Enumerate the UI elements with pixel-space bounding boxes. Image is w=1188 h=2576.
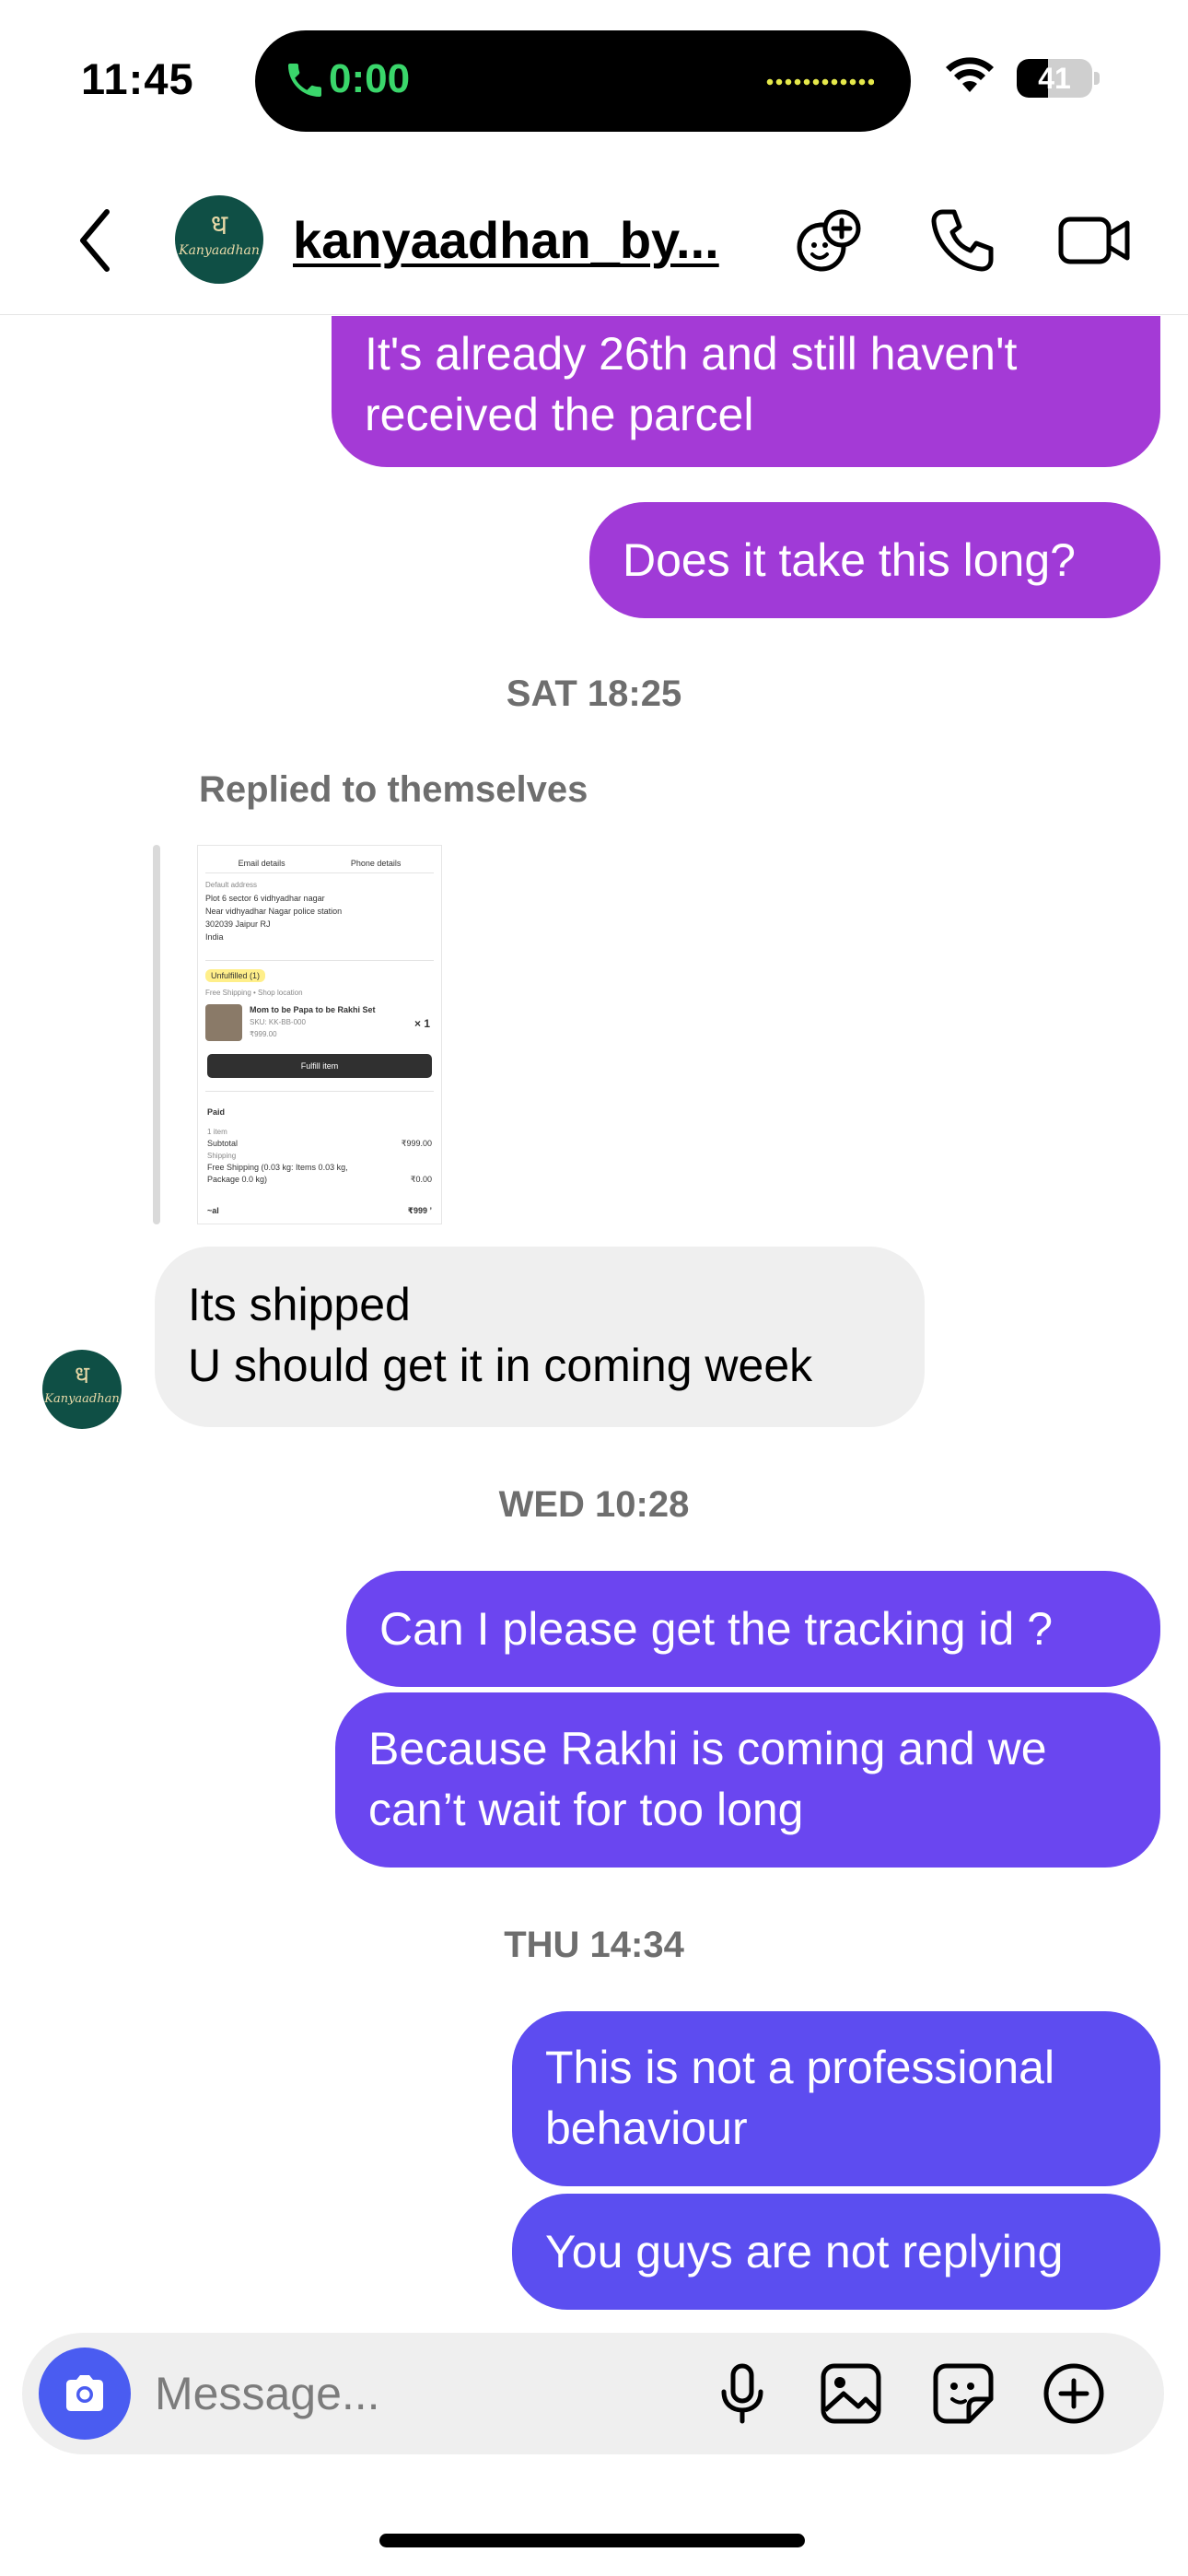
shared-screenshot[interactable]: Email details Phone details Default addr… xyxy=(197,845,442,1224)
tab-email: Email details xyxy=(238,859,285,868)
shipping-address: Default address Plot 6 sector 6 vidhyadh… xyxy=(205,881,343,942)
microphone-icon[interactable] xyxy=(707,2359,777,2429)
camera-button[interactable] xyxy=(39,2348,131,2440)
dynamic-island-call[interactable]: 0:00 xyxy=(255,30,911,132)
timestamp: THU 14:34 xyxy=(504,1925,684,1965)
paid-label: Paid xyxy=(207,1107,226,1117)
outgoing-message[interactable]: Does it take this long? xyxy=(589,502,1160,618)
plus-icon[interactable] xyxy=(1039,2359,1109,2429)
effects-icon[interactable] xyxy=(790,201,869,280)
outgoing-message[interactable]: Can I please get the tracking id ? xyxy=(346,1571,1160,1687)
timestamp: WED 10:28 xyxy=(498,1484,690,1525)
camera-icon xyxy=(66,2375,103,2411)
video-call-icon[interactable] xyxy=(1054,201,1133,280)
message-input[interactable] xyxy=(155,2357,670,2430)
message-composer xyxy=(22,2333,1164,2454)
outgoing-message[interactable]: You guys are not replying xyxy=(512,2194,1160,2310)
outgoing-message[interactable]: This is not a professional behaviour xyxy=(512,2011,1160,2186)
status-badge: Unfulfilled (1) xyxy=(205,969,266,982)
phone-icon xyxy=(288,64,321,97)
tab-phone: Phone details xyxy=(350,859,402,868)
status-time: 11:45 xyxy=(81,54,194,103)
outgoing-message[interactable]: It's already 26th and still haven't rece… xyxy=(332,316,1160,467)
audio-waveform xyxy=(765,78,874,86)
fulfill-button: Fulfill item xyxy=(207,1054,432,1078)
back-icon[interactable] xyxy=(74,205,120,276)
status-bar: 11:45 0:00 41 xyxy=(0,0,1188,147)
gallery-icon[interactable] xyxy=(816,2359,886,2429)
contact-avatar[interactable]: ध Kanyaadhan xyxy=(175,195,263,284)
chat-header: ध Kanyaadhan kanyaadhan_by... xyxy=(0,166,1188,315)
incoming-message[interactable]: Its shipped U should get it in coming we… xyxy=(155,1247,925,1427)
sender-avatar[interactable]: ध Kanyaadhan xyxy=(42,1350,122,1429)
product-info: Mom to be Papa to be Rakhi Set SKU: KK-B… xyxy=(250,1005,376,1038)
reply-label: Replied to themselves xyxy=(199,769,588,810)
product-thumbnail xyxy=(205,1004,242,1041)
call-timer: 0:00 xyxy=(329,56,411,101)
message-thread[interactable]: It's already 26th and still haven't rece… xyxy=(0,316,1188,2324)
battery-indicator: 41 xyxy=(1017,59,1100,98)
reply-indicator xyxy=(153,845,160,1224)
contact-name[interactable]: kanyaadhan_by... xyxy=(293,210,719,270)
home-indicator[interactable] xyxy=(379,2534,805,2547)
outgoing-message[interactable]: Because Rakhi is coming and we can’t wai… xyxy=(335,1692,1160,1868)
sticker-icon[interactable] xyxy=(928,2359,998,2429)
voice-call-icon[interactable] xyxy=(923,201,1002,280)
wifi-icon xyxy=(946,57,994,92)
battery-level: 41 xyxy=(1038,62,1071,95)
timestamp: SAT 18:25 xyxy=(506,673,682,714)
